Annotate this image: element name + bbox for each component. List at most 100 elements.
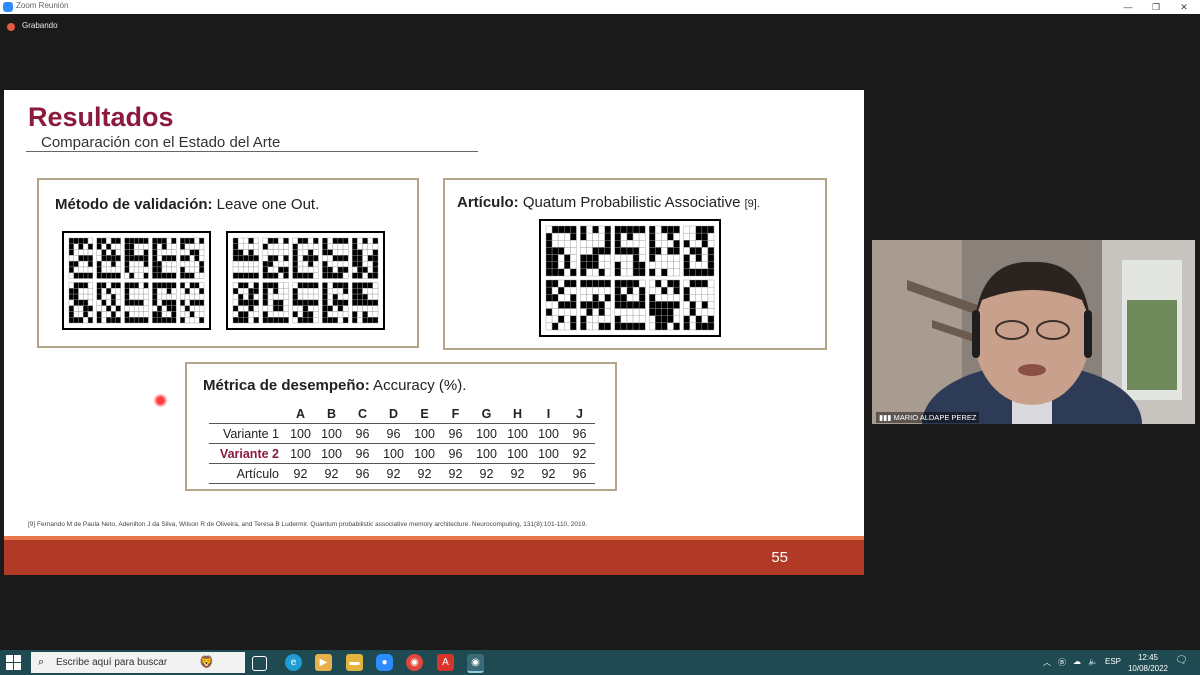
glyph-pixel — [545, 322, 553, 331]
glyph-pixel — [655, 254, 662, 262]
glyph-pixel — [248, 288, 254, 295]
network-icon[interactable]: ☁ — [1073, 657, 1081, 666]
table-cell: 96 — [378, 423, 409, 444]
glyph-pixel — [592, 322, 599, 331]
table-row: Variante 2 100 100 96 100 100 96 100 100… — [209, 443, 595, 464]
glyph-pixel — [73, 255, 79, 262]
glyph-pixel — [138, 317, 144, 324]
language-indicator[interactable]: ESP — [1105, 657, 1121, 666]
glyph-pixel — [248, 299, 254, 306]
glyph-pixel — [667, 322, 674, 331]
glyph-pixel — [342, 293, 349, 301]
glyph-pixel — [243, 260, 249, 268]
notification-icon[interactable]: 🗨 — [1175, 655, 1188, 666]
zoom-app-icon[interactable]: ● — [376, 654, 393, 671]
glyph-pixel — [143, 260, 149, 268]
taskbar-search-box[interactable]: ⌕ Escribe aquí para buscar 🦁 — [31, 652, 245, 673]
glyph-pixel — [342, 243, 349, 250]
glyph-pixel — [143, 293, 149, 301]
glyph-pixel — [297, 317, 304, 324]
glyph-pixel — [115, 305, 121, 312]
file-explorer-icon[interactable]: ▬ — [346, 654, 363, 671]
glyph-pixel — [673, 301, 680, 309]
glyph-pixel — [171, 243, 177, 250]
glyph-pixel — [707, 286, 715, 295]
glyph-pixel — [604, 247, 612, 255]
glyph-pixel — [357, 249, 363, 256]
glyph-pixel — [101, 299, 107, 306]
glyph-pixel — [73, 260, 79, 268]
glyph-pixel — [232, 305, 239, 312]
glyph-pixel — [278, 243, 284, 250]
glyph-pixel — [367, 288, 374, 295]
tray-app-icon[interactable]: Ⓑ — [1058, 657, 1066, 668]
glyph-pixel — [283, 293, 289, 301]
restore-button[interactable]: ❐ — [1141, 0, 1171, 14]
media-player-icon[interactable]: ▶ — [315, 654, 332, 671]
glyph-pixel — [87, 266, 94, 273]
chrome-icon[interactable]: ◉ — [406, 654, 423, 671]
participant-video[interactable]: ▮▮▮ MARIO ALDAPE PEREZ — [872, 240, 1195, 424]
glyph-pixel — [362, 317, 368, 324]
glyph-pixel — [133, 305, 140, 312]
glyph-pixel — [143, 288, 149, 295]
laser-pointer-icon — [156, 396, 165, 405]
glyph-pixel — [655, 279, 662, 288]
minimize-button[interactable]: — — [1113, 0, 1143, 14]
glyph-pixel — [124, 282, 130, 289]
table-cell: 92 — [502, 463, 533, 484]
glyph-pixel — [302, 317, 309, 324]
glyph-pixel — [106, 288, 112, 295]
glyph-pixel — [342, 237, 349, 244]
pdf-reader-icon[interactable]: A — [437, 654, 454, 671]
glyph-pixel — [133, 266, 140, 273]
glyph-pixel — [278, 272, 284, 279]
glyph-pixel — [171, 260, 177, 268]
tray-chevron-icon[interactable]: ︿ — [1043, 657, 1051, 668]
glyph-pixel — [661, 232, 668, 241]
glyph-pixel — [327, 311, 333, 318]
chrome-active-icon[interactable]: ◉ — [467, 654, 484, 673]
glyph-pixel — [189, 311, 195, 318]
glyph-pixel — [604, 301, 612, 309]
glyph-pixel — [372, 249, 379, 256]
windows-start-icon[interactable] — [6, 655, 21, 670]
glyph-pixel — [171, 249, 177, 256]
glyph-pixel — [598, 247, 605, 255]
glyph-pixel — [87, 317, 94, 324]
glyph-pixel — [564, 322, 571, 331]
glyph-pixel — [322, 266, 328, 273]
glyph-pixel — [351, 243, 358, 250]
glyph-pixel — [307, 272, 314, 279]
glyph-pixel — [322, 317, 328, 324]
glyph-pixel — [307, 260, 314, 268]
glyph-pixel — [138, 266, 144, 273]
glyph-pixel — [683, 254, 690, 262]
glyph-pixel — [638, 286, 646, 295]
glyph-pixel — [683, 294, 690, 302]
glyph-pixel — [570, 322, 577, 331]
close-button[interactable]: ✕ — [1169, 0, 1199, 14]
glyph-pixel — [367, 299, 374, 306]
task-view-icon[interactable] — [252, 656, 267, 671]
glyph-pixel — [604, 261, 612, 270]
glyph-pixel — [302, 249, 309, 256]
glyph-pixel — [161, 272, 167, 279]
glyph-pixel — [156, 260, 163, 268]
glyph-pixel — [592, 286, 599, 295]
taskbar-clock[interactable]: 12:45 10/08/2022 — [1128, 652, 1168, 674]
volume-icon[interactable]: 🔈 — [1088, 657, 1098, 666]
glyph-pixel — [604, 322, 612, 331]
metric-label: Métrica de desempeño: — [203, 377, 370, 394]
glyph-pixel — [557, 315, 565, 324]
glyph-pixel — [695, 232, 703, 241]
glyph-pixel — [695, 261, 703, 270]
edge-browser-icon[interactable]: e — [285, 654, 302, 671]
glyph-pixel — [638, 315, 646, 324]
glyph-pixel — [342, 249, 349, 256]
glyph-pixel — [129, 305, 135, 312]
glyph-pixel — [661, 254, 668, 262]
glyph-pixel — [166, 317, 172, 324]
glyph-pixel — [283, 305, 289, 312]
glyph-pixel — [604, 232, 612, 241]
